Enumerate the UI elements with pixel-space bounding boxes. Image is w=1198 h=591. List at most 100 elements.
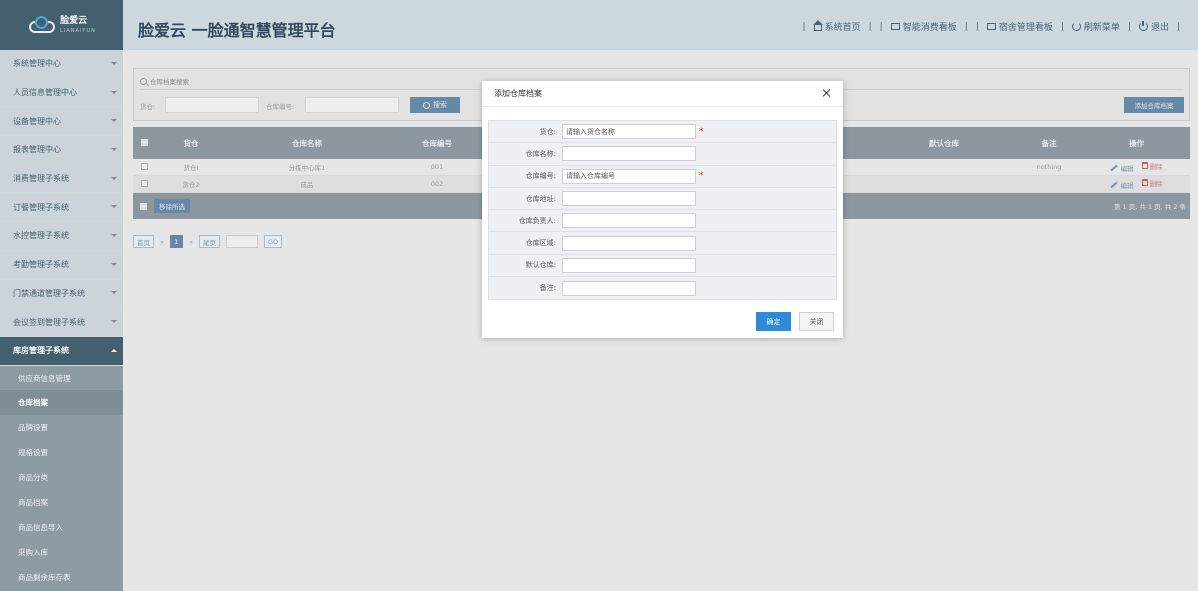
chevron-down-icon [111, 61, 117, 65]
sidebar-item-ordering[interactable]: 订餐管理子系统 [0, 193, 123, 223]
company-search-input[interactable] [165, 97, 259, 113]
sidebar-subitem-purchase[interactable]: 采购入库 [0, 540, 123, 565]
code-label: 仓库编号: [266, 103, 295, 111]
nav-dorm-board-label: 宿舍管理看板 [998, 23, 1053, 33]
sidebar-item-access[interactable]: 门禁通道管理子系统 [0, 279, 123, 309]
chevron-down-icon [111, 90, 117, 94]
column-header: 货仓 [183, 138, 199, 148]
form-row: 仓库负责人: [489, 210, 836, 233]
chevron-down-icon [111, 291, 117, 295]
row-checkbox[interactable] [140, 162, 148, 170]
edit-link[interactable]: 编辑 [1110, 180, 1133, 190]
monitor-icon [890, 23, 900, 30]
default-warehouse-field[interactable] [562, 257, 696, 273]
form-row: 默认仓库: [489, 255, 836, 278]
sidebar-subitem-goods[interactable]: 商品档案 [0, 490, 123, 515]
sidebar-item-label: 系统管理中心 [13, 59, 61, 69]
trash-icon [1141, 179, 1148, 187]
cell-company: 货仓I [183, 164, 199, 172]
field-label: 仓库区域: [525, 239, 556, 248]
sidebar-subitem-spec[interactable]: 规格设置 [0, 440, 123, 465]
nav-refresh-label: 刷新菜单 [1083, 23, 1120, 33]
form-row: 仓库名称: [489, 143, 836, 166]
chevron-down-icon [111, 205, 117, 209]
delete-label: 删除 [1149, 162, 1163, 171]
edit-link[interactable]: 编辑 [1110, 163, 1133, 173]
sidebar-subitem-import[interactable]: 商品信息导入 [0, 515, 123, 540]
remove-selected-button[interactable]: 移除所选 [154, 199, 190, 213]
sidebar-item-label: 库房管理子系统 [13, 346, 69, 356]
sidebar-item-devices[interactable]: 设备管理中心 [0, 107, 123, 137]
company-field[interactable]: 请输入货仓名称 [562, 124, 696, 140]
sidebar-item-label: 报表管理中心 [13, 145, 61, 155]
cell-code: 002 [430, 180, 444, 188]
sidebar-item-personnel[interactable]: 人员信息管理中心 [0, 78, 123, 108]
first-page-button[interactable]: 首页 [133, 235, 154, 248]
row-checkbox[interactable] [140, 179, 148, 187]
last-page-button[interactable]: 尾页 [198, 235, 220, 248]
required-mark: * [699, 126, 704, 137]
warehouse-address-field[interactable] [562, 191, 696, 207]
nav-home[interactable]: 系统首页 [812, 20, 861, 33]
form-row: 仓库区域: [489, 232, 836, 255]
sidebar-subitem-brand[interactable]: 品牌设置 [0, 415, 123, 440]
app-title: 脸爱云 一脸通智慧管理平台 [138, 21, 336, 40]
refresh-icon [1071, 22, 1081, 31]
confirm-button[interactable]: 确定 [756, 312, 791, 331]
warehouse-area-field[interactable] [562, 235, 696, 251]
footer-select-all-checkbox[interactable] [140, 202, 147, 210]
chevron-down-icon [111, 262, 117, 266]
search-panel-title-text: 仓库档案搜索 [150, 78, 189, 86]
close-icon[interactable] [821, 87, 833, 99]
warehouse-name-field[interactable] [562, 146, 696, 162]
field-label: 仓库名称: [525, 149, 556, 158]
page-summary: 第 1 页, 共 1 页, 共 2 条 [1113, 203, 1186, 211]
sidebar-item-meeting[interactable]: 会议签到管理子系统 [0, 308, 123, 337]
prev-page-button[interactable]: « [160, 238, 164, 246]
sidebar-item-warehouse[interactable]: 库房管理子系统 [0, 336, 123, 366]
sidebar-subitem-category[interactable]: 商品分类 [0, 465, 123, 490]
home-icon [812, 20, 823, 31]
sidebar-subitem-warehouse-file[interactable]: 仓库档案 [0, 390, 123, 416]
edit-label: 编辑 [1120, 182, 1134, 191]
chevron-down-icon [111, 320, 117, 324]
nav-refresh[interactable]: 刷新菜单 [1071, 20, 1120, 33]
chevron-down-icon [111, 147, 117, 151]
search-button[interactable]: 搜索 [410, 97, 460, 113]
page-number[interactable]: 1 [169, 235, 183, 248]
chevron-up-icon [111, 348, 117, 352]
warehouse-manager-field[interactable] [562, 213, 696, 229]
sidebar-item-attendance[interactable]: 考勤管理子系统 [0, 250, 123, 280]
dialog-header: 添加仓库档案 [482, 81, 843, 107]
go-button[interactable]: GO [263, 235, 283, 248]
nav-dorm-board[interactable]: 宿舍管理看板 [986, 20, 1053, 33]
add-warehouse-button[interactable]: 添加仓库档案 [1124, 97, 1184, 113]
sidebar-subitem-stock[interactable]: 商品剩余库存表 [0, 565, 123, 590]
delete-link[interactable]: 删除 [1141, 161, 1163, 171]
sidebar-item-water[interactable]: 水控管理子系统 [0, 222, 123, 251]
nav-consume-board[interactable]: 智能消费看板 [890, 20, 957, 33]
close-button[interactable]: 关闭 [799, 312, 834, 331]
nav-logout[interactable]: 退出 [1138, 20, 1169, 33]
sidebar-item-system[interactable]: 系统管理中心 [0, 50, 123, 79]
form-row: 货仓: 请输入货仓名称 * [489, 121, 836, 144]
sidebar-subitem-supplier[interactable]: 供应商信息管理 [0, 366, 123, 391]
select-all-checkbox[interactable] [140, 138, 148, 146]
page-jump-input[interactable] [225, 235, 258, 248]
remark-field[interactable] [562, 280, 696, 296]
sidebar-item-reports[interactable]: 报表管理中心 [0, 136, 123, 165]
header: 脸爱云 LIANAIYUN 脸爱云 一脸通智慧管理平台 | 系统首页 | | 智能… [0, 0, 1198, 50]
next-page-button[interactable]: » [189, 238, 193, 246]
sidebar-item-consume[interactable]: 消费管理子系统 [0, 164, 123, 194]
chevron-down-icon [111, 233, 117, 237]
logo-subtext: LIANAIYUN [60, 28, 96, 34]
delete-link[interactable]: 删除 [1141, 178, 1163, 188]
warehouse-code-field[interactable]: 请输入仓库编号 [562, 168, 696, 184]
field-label: 仓库地址: [525, 194, 556, 203]
field-label: 仓库编号: [525, 172, 556, 181]
code-search-input[interactable] [305, 97, 399, 113]
nav-consume-board-label: 智能消费看板 [902, 23, 957, 33]
field-label: 货仓: [539, 127, 556, 136]
form-row: 仓库地址: [489, 188, 836, 211]
edit-label: 编辑 [1120, 165, 1134, 174]
